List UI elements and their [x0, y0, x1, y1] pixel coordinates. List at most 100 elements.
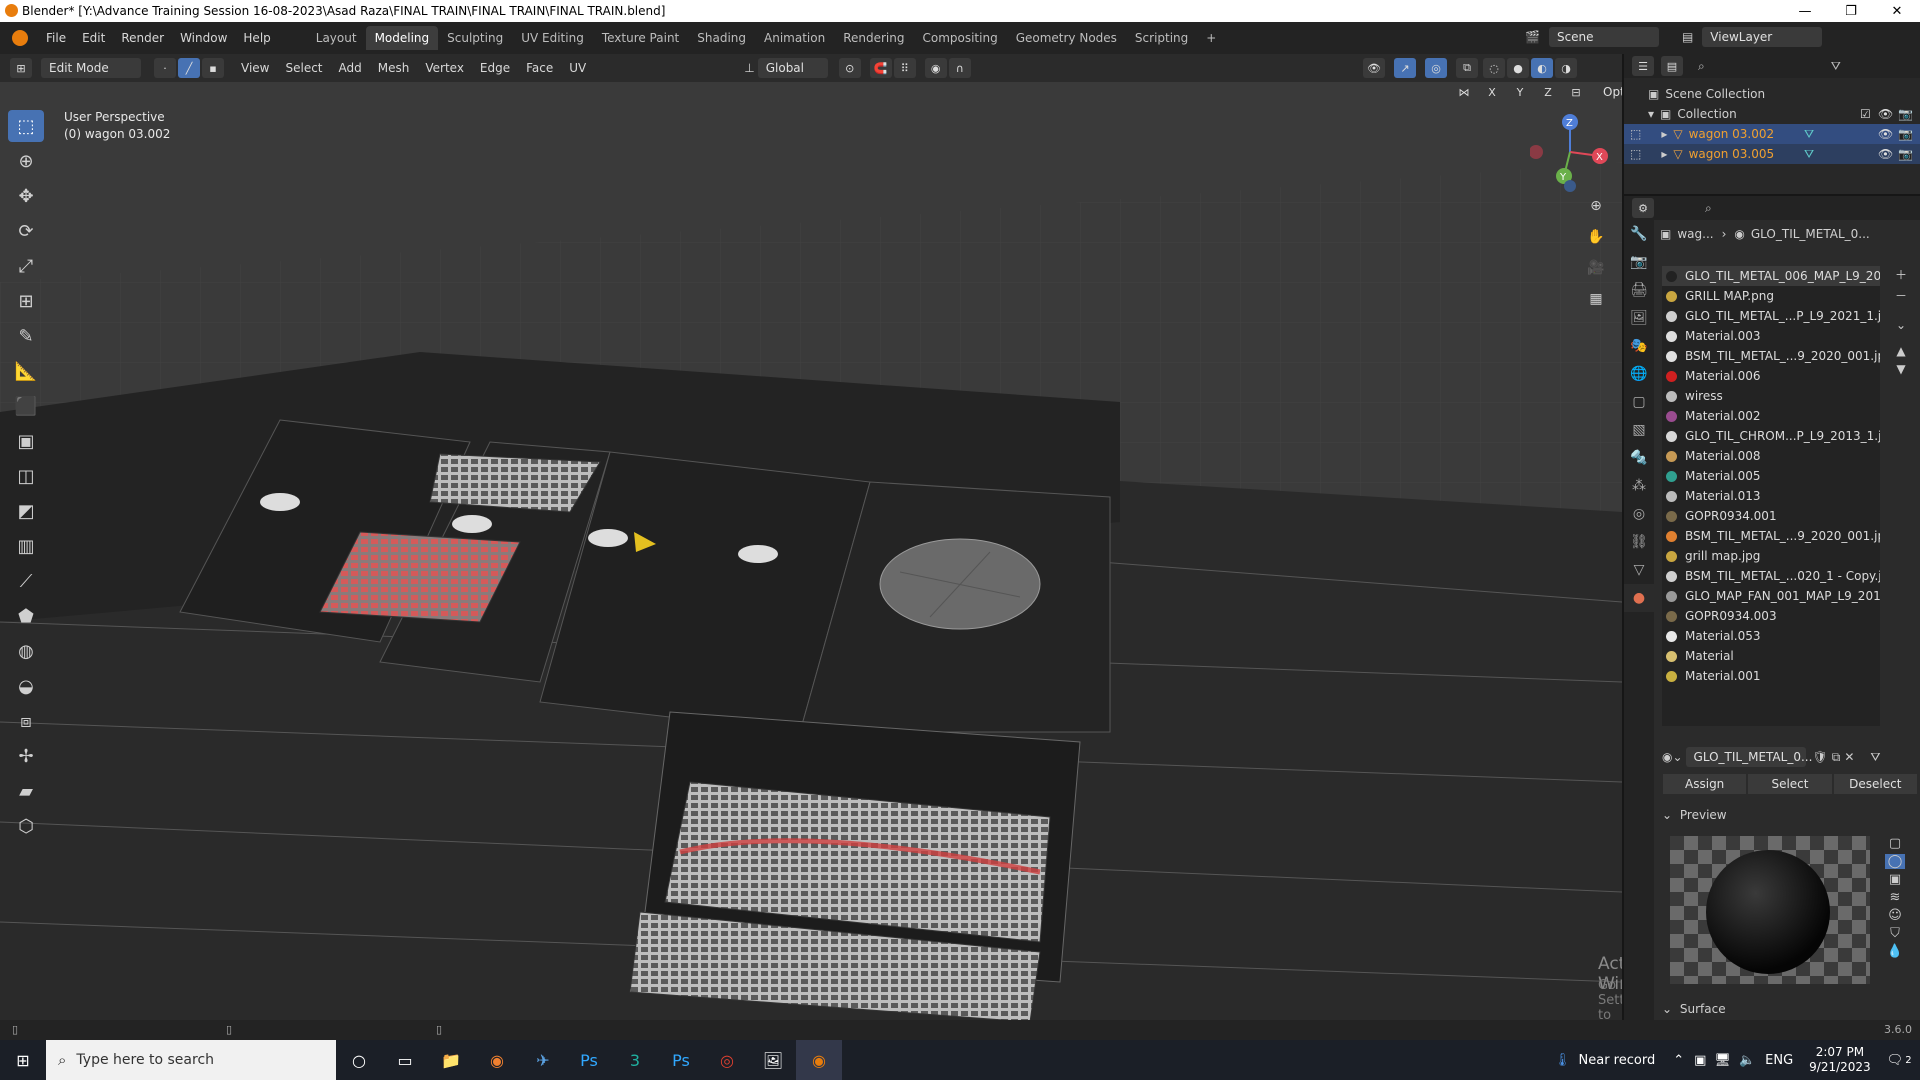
preview-monkey-icon[interactable]: ☺ — [1888, 908, 1902, 923]
fake-user-icon[interactable]: 🛡 — [1813, 750, 1828, 764]
material-slot[interactable]: GLO_MAP_FAN_001_MAP_L9_201... — [1662, 586, 1880, 606]
scene-tab-icon[interactable]: 🎭 — [1624, 332, 1654, 360]
extrude-icon[interactable]: ▣ — [8, 425, 44, 457]
pivot-icon[interactable]: ⊙ — [838, 58, 861, 78]
axis-z-toggle[interactable]: Z — [1537, 82, 1559, 102]
options-dropdown[interactable]: Options — [1595, 82, 1622, 102]
menu-render[interactable]: Render — [113, 31, 172, 45]
particles-tab-icon[interactable]: ⁂ — [1624, 472, 1654, 500]
bevel-icon[interactable]: ◩ — [8, 495, 44, 527]
material-slot[interactable]: BSM_TIL_METAL_...9_2020_001.jpg — [1662, 526, 1880, 546]
camera-icon[interactable]: 🎥 — [1582, 254, 1610, 282]
photoshop-icon[interactable]: Ps — [566, 1040, 612, 1080]
material-slot[interactable]: Material.003 — [1662, 326, 1880, 346]
eye-icon[interactable]: 👁 — [1878, 107, 1893, 121]
file-explorer-icon[interactable]: 📁 — [428, 1040, 474, 1080]
menu-file[interactable]: File — [38, 31, 74, 45]
material-slot[interactable]: BSM_TIL_METAL_...020_1 - Copy.jpg — [1662, 566, 1880, 586]
blender-taskbar-icon[interactable]: ◉ — [796, 1040, 842, 1080]
material-slot[interactable]: Material.006 — [1662, 366, 1880, 386]
material-slot[interactable]: Material.002 — [1662, 406, 1880, 426]
menu-face[interactable]: Face — [518, 59, 561, 77]
data-tab-icon[interactable]: ▽ — [1624, 556, 1654, 584]
expand-arrow-icon[interactable]: ▸ — [1661, 127, 1667, 141]
maximize-button[interactable]: ❐ — [1828, 0, 1874, 22]
physics-tab-icon[interactable]: ◎ — [1624, 500, 1654, 528]
menu-window[interactable]: Window — [172, 31, 235, 45]
slot-menu-icon[interactable]: ⌄ — [1896, 318, 1906, 332]
material-slot[interactable]: GRILL MAP.png — [1662, 286, 1880, 306]
menu-vertex[interactable]: Vertex — [417, 59, 472, 77]
falloff-icon[interactable]: ∩ — [948, 58, 971, 78]
scene-selector[interactable]: Scene — [1548, 27, 1659, 47]
material-slot[interactable]: BSM_TIL_METAL_...9_2020_001.jpg — [1662, 346, 1880, 366]
assign-button[interactable]: Assign — [1663, 774, 1747, 794]
edge-select-icon[interactable]: ╱ — [178, 58, 200, 78]
menu-edit[interactable]: Edit — [74, 31, 113, 45]
measure-icon[interactable]: 📐 — [8, 355, 44, 387]
eye-icon[interactable]: 👁 — [1878, 127, 1893, 141]
axis-x-toggle[interactable]: X — [1481, 82, 1503, 102]
app-icon[interactable]: ✈ — [520, 1040, 566, 1080]
cursor-icon[interactable]: ⊕ — [8, 145, 44, 177]
face-select-icon[interactable]: ▪ — [202, 58, 224, 78]
rip-icon[interactable]: ⬡ — [8, 810, 44, 842]
menu-mesh[interactable]: Mesh — [370, 59, 418, 77]
firefox-icon[interactable]: ◉ — [474, 1040, 520, 1080]
windows-start-icon[interactable]: ⊞ — [0, 1040, 46, 1080]
material-slot[interactable]: GLO_TIL_METAL_006_MAP_L9_20... — [1662, 266, 1880, 286]
tab-uv-editing[interactable]: UV Editing — [512, 26, 593, 50]
camera-render-icon[interactable]: 📷 — [1898, 147, 1913, 161]
preview-header[interactable]: ⌄ Preview — [1662, 808, 1918, 822]
eye-icon[interactable]: 👁 — [1878, 147, 1893, 161]
inset-icon[interactable]: ◫ — [8, 460, 44, 492]
tab-geometry-nodes[interactable]: Geometry Nodes — [1007, 26, 1126, 50]
expand-arrow-icon[interactable]: ▸ — [1661, 147, 1667, 161]
preview-cloth-icon[interactable]: ⛉ — [1890, 926, 1900, 941]
tab-rendering[interactable]: Rendering — [834, 26, 913, 50]
outliner-item-wagon-03-002[interactable]: ⬚ ▸ ▽ wagon 03.002 ⛛ 👁 📷 — [1624, 124, 1920, 144]
spin-icon[interactable]: ◍ — [8, 635, 44, 667]
3ds-max-icon[interactable]: 3 — [612, 1040, 658, 1080]
editor-type-icon[interactable]: ⊞ — [10, 58, 32, 78]
filter-icon[interactable]: ⛛ — [1831, 59, 1841, 74]
visibility-icon[interactable]: 👁 — [1363, 58, 1385, 78]
deselect-button[interactable]: Deselect — [1833, 774, 1917, 794]
material-slot[interactable]: Material.053 — [1662, 626, 1880, 646]
snap-target-icon[interactable]: ⠿ — [893, 58, 916, 78]
tab-compositing[interactable]: Compositing — [913, 26, 1006, 50]
auto-merge-icon[interactable]: ⊟ — [1565, 82, 1587, 102]
add-cube-icon[interactable]: ⬛ — [8, 390, 44, 422]
volume-icon[interactable]: 🔈 — [1739, 1053, 1755, 1068]
menu-help[interactable]: Help — [235, 31, 278, 45]
wireframe-shading-icon[interactable]: ◌ — [1483, 58, 1505, 78]
tab-layout[interactable]: Layout — [307, 26, 366, 50]
loop-cut-icon[interactable]: ▥ — [8, 530, 44, 562]
material-slot-list[interactable]: GLO_TIL_METAL_006_MAP_L9_20... GRILL MAP.… — [1662, 266, 1880, 726]
tab-sculpting[interactable]: Sculpting — [438, 26, 512, 50]
remove-slot-icon[interactable]: － — [1895, 287, 1907, 304]
xray-toggle-icon[interactable]: ⧉ — [1456, 58, 1478, 78]
material-slot[interactable]: GLO_TIL_CHROM...P_L9_2013_1.jpg — [1662, 426, 1880, 446]
object-tab-icon[interactable]: ▧ — [1624, 416, 1654, 444]
perspective-grid-icon[interactable]: ▦ — [1582, 285, 1610, 313]
material-slot[interactable]: wiress — [1662, 386, 1880, 406]
taskbar-search[interactable]: ⌕ Type here to search — [46, 1040, 336, 1080]
camera-render-icon[interactable]: 📷 — [1898, 127, 1913, 141]
chrome-icon[interactable]: ◎ — [704, 1040, 750, 1080]
preview-fluid-icon[interactable]: 💧 — [1887, 944, 1903, 959]
outliner-search-icon[interactable]: ⌕ — [1698, 59, 1705, 74]
proportional-edit-icon[interactable]: ◉ — [924, 58, 947, 78]
network-icon[interactable]: 🖥 — [1714, 1053, 1731, 1068]
photoshop-2-icon[interactable]: Ps — [658, 1040, 704, 1080]
output-tab-icon[interactable]: 🖨 — [1624, 276, 1654, 304]
navigation-gizmo[interactable]: Z X Y — [1529, 112, 1610, 192]
snap-icon[interactable]: 🧲 — [869, 58, 892, 78]
material-shading-icon[interactable]: ◐ — [1531, 58, 1553, 78]
menu-edge[interactable]: Edge — [472, 59, 518, 77]
material-slot[interactable]: GLO_TIL_METAL_...P_L9_2021_1.jpg — [1662, 306, 1880, 326]
edit-mode-icon[interactable]: ⬚ — [1630, 147, 1641, 161]
rotate-icon[interactable]: ⟳ — [8, 215, 44, 247]
material-slot[interactable]: Material.008 — [1662, 446, 1880, 466]
menu-add[interactable]: Add — [331, 59, 370, 77]
